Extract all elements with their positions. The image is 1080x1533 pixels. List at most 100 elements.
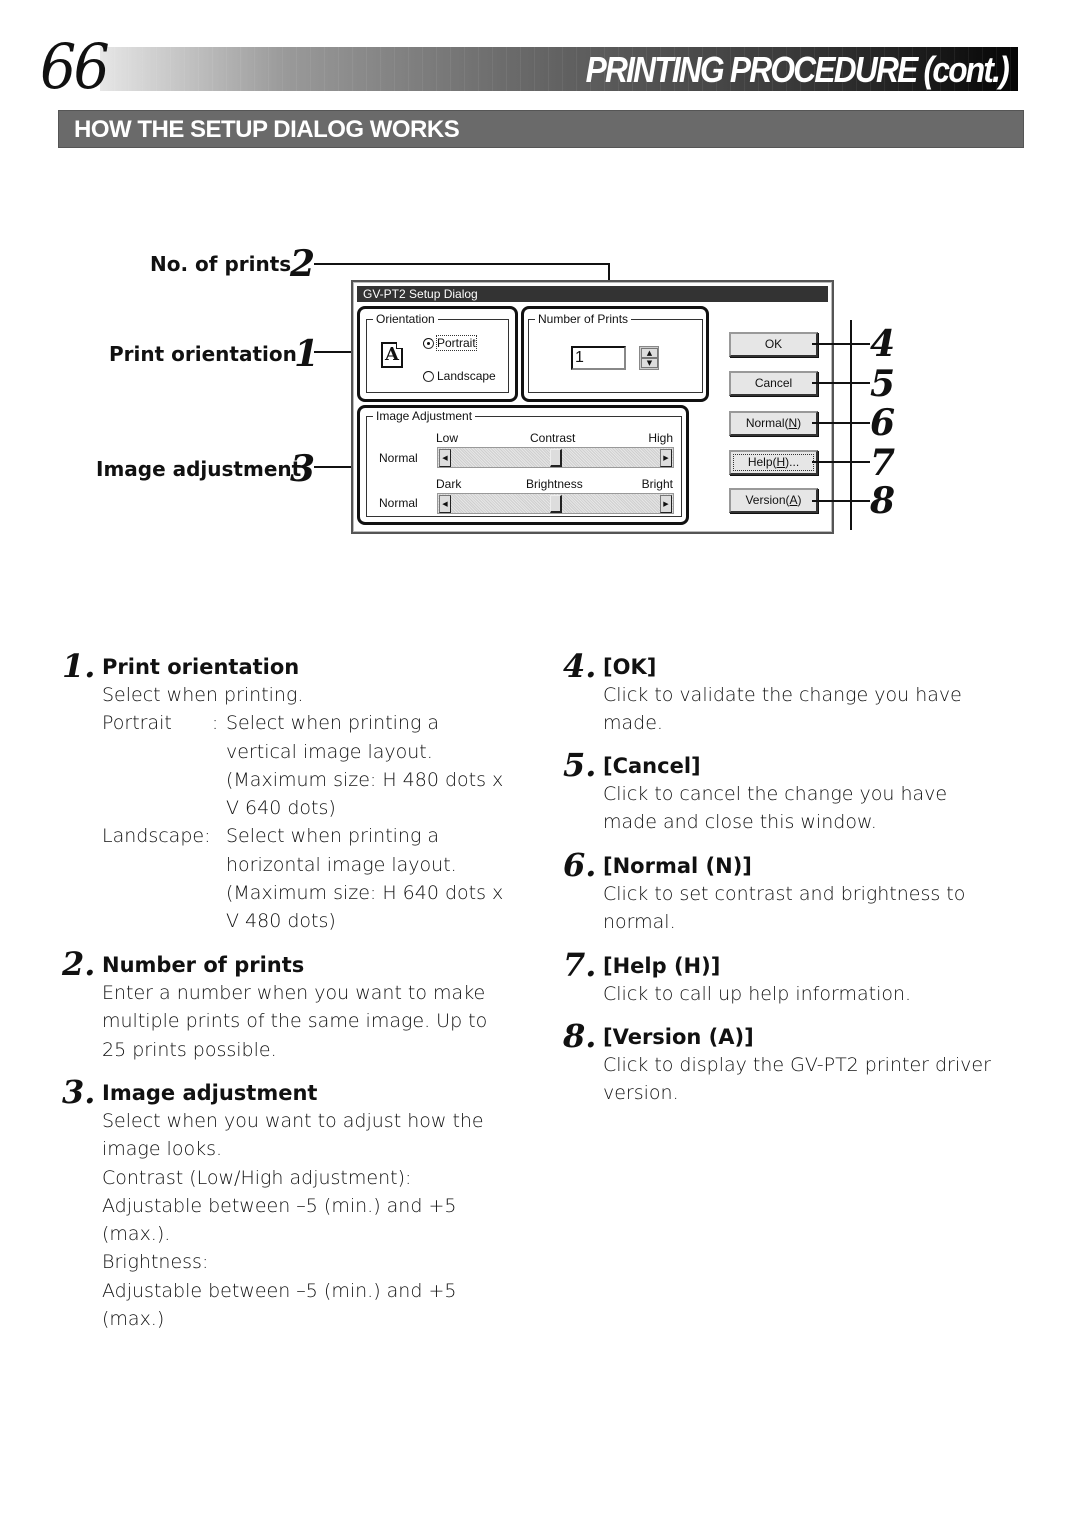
contrast-left-arrow-icon[interactable]: ◀ [439,449,451,467]
item-number: 6. [563,846,597,884]
section-title: HOW THE SETUP DIALOG WORKS [74,116,460,143]
line: Contrast (Low/High adjustment): [102,1166,412,1189]
line: (Maximum size: H 480 dots x [226,768,504,791]
brightness-slider[interactable]: ◀ ▶ [437,493,674,514]
document-portrait-icon: A [381,342,403,368]
line: 25 prints possible. [102,1038,277,1061]
number-of-prints-input[interactable]: 1 [571,346,626,370]
header-gradient-bar: PRINTING PROCEDURE (cont.) [100,47,1018,91]
term-label: Landscape [102,825,205,848]
callout-number-1: 1 [294,333,320,375]
contrast-slider-thumb[interactable] [549,449,562,467]
contrast-slider[interactable]: ◀ ▶ [437,447,674,468]
leader-line [314,263,610,265]
item-body: Select when printing. Portrait: Select w… [102,681,542,936]
contrast-high-label: High [648,431,673,445]
number-of-prints-group-label: Number of Prints [535,312,632,326]
line: Select when you want to adjust how the [102,1110,484,1132]
item-body: Click to call up help information. [603,980,1043,1008]
item-number: 3. [62,1073,96,1111]
contrast-low-label: Low [436,431,459,445]
line: V 640 dots) [226,797,336,820]
brightness-bright-label: Bright [641,477,673,491]
portrait-radio[interactable] [423,338,434,349]
portrait-radio-label[interactable]: Portrait [436,335,477,351]
term-separator: : [204,825,211,848]
item-body: Enter a number when you want to make mul… [102,979,542,1064]
normal-button[interactable]: Normal(N) [729,411,818,436]
orientation-group-label: Orientation [373,312,438,326]
cancel-button[interactable]: Cancel [729,371,818,396]
line: Click to set contrast and brightness to [603,883,966,905]
image-adjustment-group: Image Adjustment Low Contrast High Norma… [366,409,682,517]
leader-line [812,461,870,463]
dialog-title: GV-PT2 Setup Dialog [363,287,478,301]
description-ok: 4. [OK] Click to validate the change you… [563,647,1043,738]
section-heading-bar: HOW THE SETUP DIALOG WORKS [58,110,1024,148]
callout-label-print-orientation: Print orientation [109,342,297,366]
item-body: Click to display the GV-PT2 printer driv… [603,1051,1043,1108]
normal-button-prefix: Normal( [745,416,789,430]
line: normal. [603,911,676,934]
normal-button-suffix: ) [797,416,802,430]
spin-up-button[interactable]: ▲ [641,348,658,358]
line: version. [603,1082,679,1105]
landscape-radio-label[interactable]: Landscape [437,369,496,383]
term-landscape: Landscape: [102,822,226,935]
line: made. [603,712,663,735]
description-version: 8. [Version (A)] Click to display the GV… [563,1017,1043,1108]
number-of-prints-group: Number of Prints 1 ▲ ▼ [528,312,703,393]
line: Enter a number when you want to make [102,982,486,1004]
item-title: Image adjustment [102,1081,318,1105]
term-landscape-definition: Select when printing a horizontal image … [226,822,542,935]
leader-line [812,382,870,384]
item-title: [Help (H)] [603,954,721,978]
callout-number-6: 6 [870,402,896,444]
line: Brightness: [102,1251,209,1274]
term-portrait-definition: Select when printing a vertical image la… [226,709,542,822]
line: Click to display the GV-PT2 printer driv… [603,1054,991,1076]
focus-rectangle [733,454,814,471]
page-title: PRINTING PROCEDURE (cont.) [585,49,1010,90]
orientation-group-frame: Orientation A Portrait Landscape [357,306,518,402]
brightness-left-arrow-icon[interactable]: ◀ [439,495,451,513]
item-body: Click to validate the change you have ma… [603,681,1043,738]
leader-line [812,422,870,424]
term-separator: : [211,712,219,735]
item-number: 5. [563,746,597,784]
description-normal: 6. [Normal (N)] Click to set contrast an… [563,846,1043,937]
item-title: [Version (A)] [603,1025,754,1049]
line: multiple prints of the same image. Up to [102,1010,488,1033]
brightness-slider-thumb[interactable] [549,495,562,513]
ok-button[interactable]: OK [729,332,818,357]
leader-line [812,343,870,345]
help-button[interactable]: Help(H)... [729,450,818,475]
image-adjustment-group-label: Image Adjustment [373,409,476,423]
orientation-group: Orientation A Portrait Landscape [366,312,509,393]
line: image looks. [102,1138,223,1161]
line: Click to validate the change you have [603,684,962,706]
contrast-label: Contrast [530,431,576,445]
spin-down-button[interactable]: ▼ [641,358,658,368]
item-number: 2. [62,945,96,983]
description-cancel: 5. [Cancel] Click to cancel the change y… [563,746,1043,837]
contrast-right-arrow-icon[interactable]: ▶ [660,449,672,467]
line: Adjustable between –5 (min.) and +5 [102,1279,457,1302]
item-number: 7. [563,946,597,984]
dialog-titlebar[interactable]: GV-PT2 Setup Dialog [357,286,828,302]
line: Adjustable between –5 (min.) and +5 [102,1194,457,1217]
normal-button-accesskey: N [788,416,798,430]
callout-label-image-adjustment: Image adjustment [96,457,302,481]
item-intro: Select when printing. [102,684,304,706]
callout-number-5: 5 [870,363,896,405]
item-title: Number of prints [102,953,305,977]
version-button[interactable]: Version(A) [729,488,818,513]
description-help: 7. [Help (H)] Click to call up help info… [563,946,1043,1008]
callout-number-4: 4 [870,323,896,365]
version-button-prefix: Version( [745,493,790,507]
brightness-right-arrow-icon[interactable]: ▶ [660,495,672,513]
line: vertical image layout. [226,740,433,763]
item-title: [Normal (N)] [603,854,752,878]
landscape-radio[interactable] [423,371,434,382]
page-number: 66 [40,30,110,103]
